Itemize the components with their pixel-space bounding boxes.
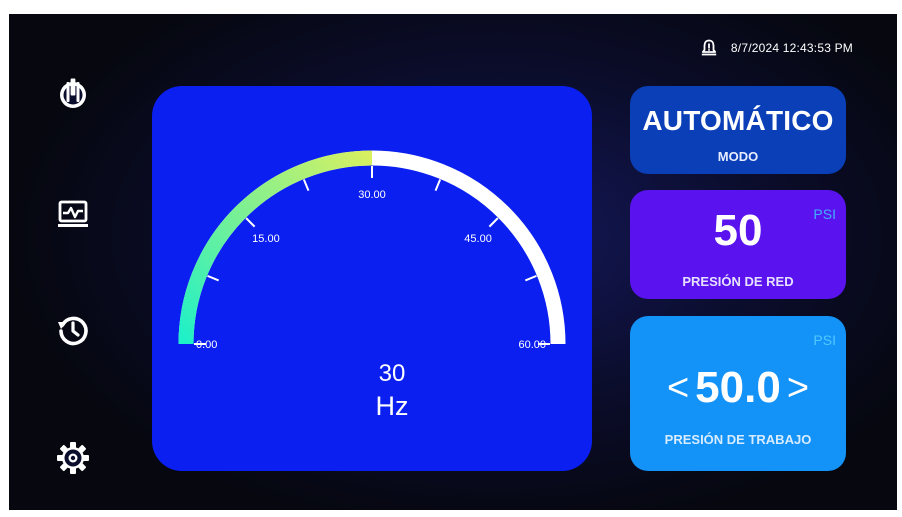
history-icon (58, 316, 88, 346)
mode-label: MODO (717, 149, 759, 164)
mode-card[interactable]: AUTOMÁTICO MODO (630, 86, 846, 174)
gauge-tick (488, 217, 499, 228)
settings-gear-icon (57, 442, 89, 474)
gauge-tick (302, 179, 310, 192)
gauge-tick-label: 15.00 (252, 233, 280, 245)
gauge-tick-label: 0.00 (196, 339, 217, 351)
nav-history-button[interactable] (45, 304, 101, 356)
network-pressure-label: PRESIÓN DE RED (682, 274, 794, 289)
gauge-tick (434, 179, 442, 192)
work-pressure-value: 50.0 (695, 363, 781, 412)
gauge-tick (524, 274, 537, 282)
gauge-tick (245, 217, 256, 228)
header-status: 8/7/2024 12:43:53 PM (701, 38, 853, 58)
datetime-display: 8/7/2024 12:43:53 PM (730, 41, 853, 55)
work-pressure-card: PSI < 50.0 > PRESIÓN DE TRABAJO (630, 316, 846, 471)
nav-monitor-button[interactable] (45, 188, 101, 240)
nav-power-button[interactable] (45, 68, 101, 120)
gauge-tick-label: 30.00 (358, 189, 386, 201)
work-pressure-label: PRESIÓN DE TRABAJO (664, 432, 812, 447)
network-pressure-card: 50 PSI PRESIÓN DE RED (630, 190, 846, 299)
gauge-tick-label: 45.00 (464, 233, 492, 245)
gauge-fill (178, 150, 373, 345)
frequency-gauge-panel: 0.00 15.00 30.00 45.00 60.00 30 Hz (152, 86, 592, 471)
bell-alert-icon[interactable] (701, 39, 717, 57)
monitor-chart-icon (58, 200, 88, 227)
mode-value: AUTOMÁTICO (642, 105, 834, 136)
gauge-value: 30 (378, 360, 406, 387)
increase-pressure-button[interactable]: > (787, 363, 809, 413)
sidebar-nav (45, 14, 101, 510)
gauge-tick-label: 60.00 (518, 339, 546, 351)
gauge-unit: Hz (375, 391, 409, 421)
gauge-tick (207, 274, 220, 282)
gauge-track (178, 150, 566, 345)
hmi-screen: 8/7/2024 12:43:53 PM 0.00 15.00 30.00 45… (9, 14, 897, 510)
power-icon (60, 78, 86, 108)
network-pressure-unit: PSI (813, 206, 836, 222)
work-pressure-unit: PSI (813, 332, 836, 348)
nav-settings-button[interactable] (45, 432, 101, 484)
work-pressure-control: < 50.0 > (630, 358, 846, 418)
decrease-pressure-button[interactable]: < (667, 363, 689, 413)
